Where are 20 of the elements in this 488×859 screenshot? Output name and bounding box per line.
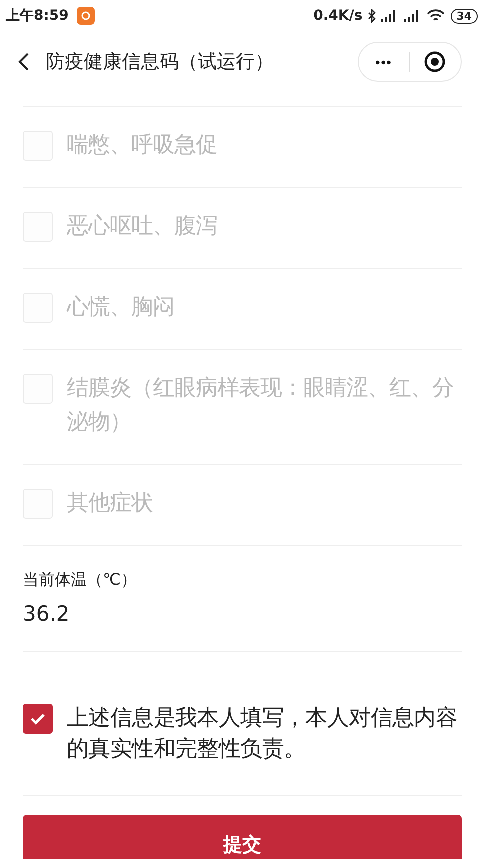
battery-icon: 34 xyxy=(450,8,478,24)
symptom-label: 喘憋、呼吸急促 xyxy=(67,132,218,160)
bluetooth-icon xyxy=(368,9,376,23)
field-label: 当前体温（℃） xyxy=(23,570,138,591)
checkbox[interactable] xyxy=(23,704,53,734)
clock-time: 上午8:59 xyxy=(6,7,69,25)
more-button[interactable]: ••• xyxy=(359,43,409,81)
chevron-left-icon xyxy=(18,52,30,72)
target-circle-icon xyxy=(424,51,446,73)
symptom-label: 心慌、胸闷 xyxy=(67,294,174,322)
symptom-label: 结膜炎（红眼病样表现：眼睛涩、红、分泌物） xyxy=(67,375,455,437)
page-title: 防疫健康信息码（试运行） xyxy=(46,50,275,75)
submit-button[interactable]: 提交 xyxy=(23,815,462,859)
app-notification-icon xyxy=(76,7,95,25)
checkmark-icon xyxy=(30,713,46,725)
network-speed: 0.4K/s xyxy=(314,8,363,24)
symptom-label: 其他症状 xyxy=(67,490,153,518)
symptom-label: 恶心呕吐、腹泻 xyxy=(67,213,218,241)
wifi-icon xyxy=(426,9,445,23)
agreement-text: 上述信息是我本人填写，本人对信息内容的真实性和完整性负责。 xyxy=(67,705,459,764)
